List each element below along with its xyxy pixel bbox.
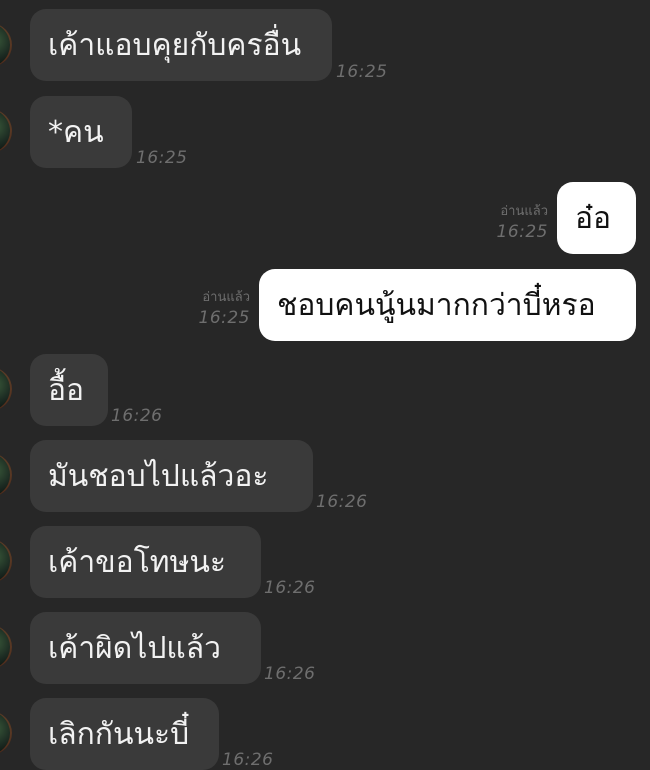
message-time: 16:26	[222, 750, 274, 770]
message-time: 16:25	[198, 308, 250, 328]
avatar[interactable]	[0, 711, 12, 755]
message-bubble-outgoing[interactable]: ชอบคนนู้นมากกว่าบี๋หรอ	[259, 269, 636, 341]
message-bubble-incoming[interactable]: เค้าขอโทษนะ	[30, 526, 261, 598]
message-bubble-outgoing[interactable]: อ๋อ	[557, 182, 636, 254]
message-bubble-incoming[interactable]: มันชอบไปแล้วอะ	[30, 440, 313, 512]
read-receipt: อ่านแล้ว	[500, 204, 548, 219]
message-text: มันชอบไปแล้วอะ	[48, 458, 269, 494]
message-time: 16:26	[316, 492, 368, 512]
message-time: 16:25	[336, 62, 388, 82]
message-meta: อ่านแล้ว 16:25	[480, 204, 549, 244]
message-text: เลิกกันนะบี๋	[48, 716, 190, 752]
avatar[interactable]	[0, 367, 12, 411]
read-receipt: อ่านแล้ว	[202, 290, 250, 305]
message-text: *คน	[48, 114, 104, 150]
message-meta: อ่านแล้ว 16:25	[180, 290, 251, 330]
avatar[interactable]	[0, 23, 12, 67]
message-time: 16:26	[264, 578, 316, 598]
message-bubble-incoming[interactable]: *คน	[30, 96, 132, 168]
message-bubble-incoming[interactable]: เค้าผิดไปแล้ว	[30, 612, 261, 684]
message-bubble-incoming[interactable]: อื้อ	[30, 354, 108, 426]
message-time: 16:25	[136, 148, 188, 168]
message-text: เค้าแอบคุยกับครอื่น	[48, 27, 302, 63]
avatar[interactable]	[0, 539, 12, 583]
avatar[interactable]	[0, 109, 12, 153]
message-bubble-incoming[interactable]: เค้าแอบคุยกับครอื่น	[30, 9, 332, 81]
message-text: เค้าผิดไปแล้ว	[48, 630, 221, 666]
message-time: 16:26	[111, 406, 163, 426]
message-text: อื้อ	[48, 372, 85, 408]
avatar[interactable]	[0, 453, 12, 497]
message-text: ชอบคนนู้นมากกว่าบี๋หรอ	[277, 287, 596, 323]
avatar[interactable]	[0, 625, 12, 669]
message-bubble-incoming[interactable]: เลิกกันนะบี๋	[30, 698, 219, 770]
message-time: 16:25	[496, 222, 548, 242]
message-text: เค้าขอโทษนะ	[48, 544, 226, 580]
message-text: อ๋อ	[575, 200, 612, 236]
message-time: 16:26	[264, 664, 316, 684]
